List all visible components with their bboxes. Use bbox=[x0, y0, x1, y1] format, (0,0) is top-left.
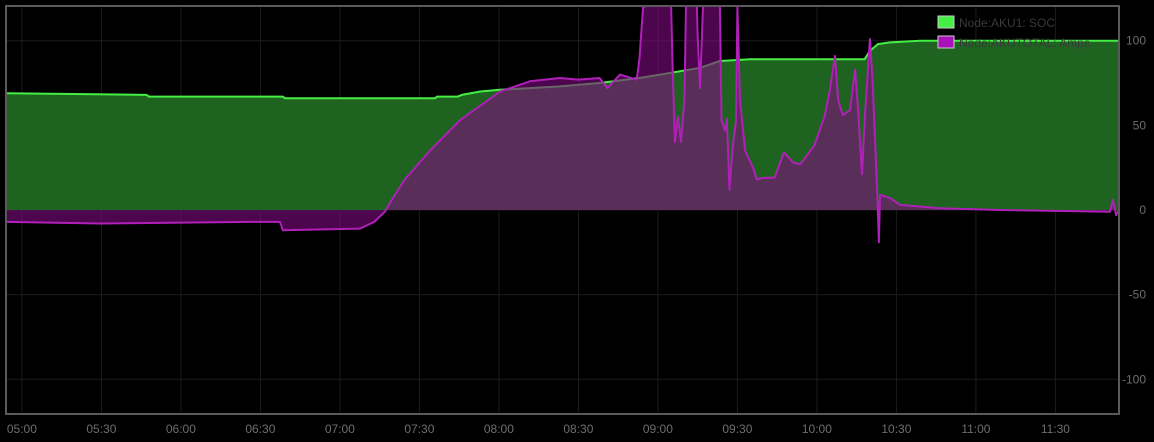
x-tick-label: 11:30 bbox=[1041, 422, 1070, 436]
x-tick-label: 05:30 bbox=[86, 422, 116, 436]
legend-swatch bbox=[937, 35, 955, 49]
y-tick-label: 0 bbox=[1139, 203, 1146, 217]
chart: 05:00 05:30 06:00 06:30 07:00 07:30 08:00 08:30… bbox=[5, 5, 1146, 436]
x-tick-label: 09:30 bbox=[722, 422, 752, 436]
x-tick-label: 07:00 bbox=[325, 422, 355, 436]
legend-label: Node:AKU1: SOC bbox=[959, 16, 1055, 30]
x-tick-label: 08:30 bbox=[563, 422, 593, 436]
y-tick-label: -100 bbox=[1122, 372, 1146, 386]
y-tick-label: 50 bbox=[1133, 118, 1147, 132]
x-tick-label: 08:00 bbox=[484, 422, 514, 436]
x-axis: 05:00 05:30 06:00 06:30 07:00 07:30 08:00 08:30… bbox=[7, 422, 1070, 436]
x-tick-label: 05:00 bbox=[7, 422, 37, 436]
x-tick-label: 06:00 bbox=[166, 422, 196, 436]
legend-label: Node:AKUTOTAL: Amps bbox=[959, 36, 1090, 50]
y-tick-label: -50 bbox=[1129, 288, 1147, 302]
y-axis: 100 50 0 -50 -100 bbox=[1122, 34, 1146, 387]
legend-swatch bbox=[937, 15, 955, 29]
x-tick-label: 10:00 bbox=[802, 422, 832, 436]
x-tick-label: 11:00 bbox=[961, 422, 990, 436]
x-tick-label: 09:00 bbox=[643, 422, 673, 436]
y-tick-label: 100 bbox=[1126, 34, 1146, 48]
x-tick-label: 06:30 bbox=[245, 422, 275, 436]
legend: Node:AKU1: SOC Node:AKUTOTAL: Amps bbox=[937, 15, 1090, 50]
x-tick-label: 07:30 bbox=[404, 422, 434, 436]
x-tick-label: 10:30 bbox=[881, 422, 911, 436]
